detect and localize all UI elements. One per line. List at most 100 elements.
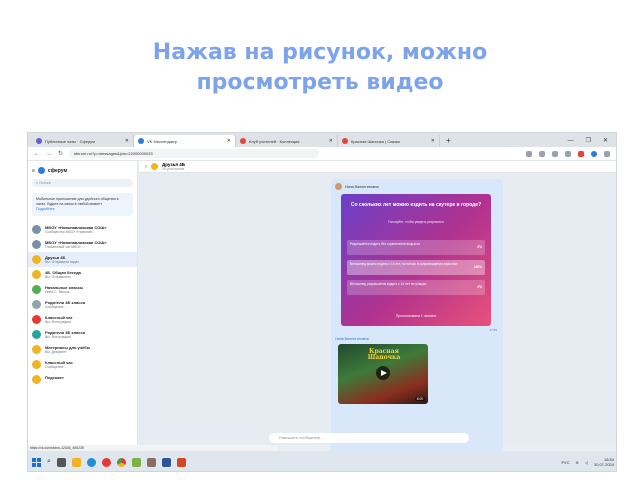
sidebar-chat-item[interactable]: Родители 3Б класса Вы: Фотография bbox=[28, 327, 137, 342]
chat-item-text: МБОУ «Новопавловская СОШ» Сообщество МБОУ… bbox=[45, 225, 107, 234]
chat-header: ‹ Друзья 4Б 35 участников bbox=[139, 161, 616, 173]
poll-card: Со скольких лет можно ездить на скутере … bbox=[341, 194, 491, 326]
zoom-icon[interactable] bbox=[539, 150, 545, 157]
profile-icon[interactable] bbox=[591, 150, 597, 157]
chat-item-text: Родители 4Б класса Сообщение… bbox=[45, 300, 85, 309]
poll-option-text: Велосипед можно водить с 14 лет, но толь… bbox=[350, 262, 458, 266]
tab-3[interactable]: Клуб учителей · Коллекция ✕ bbox=[236, 135, 338, 147]
app-notice: Мобильное приложение для удобного общени… bbox=[32, 193, 133, 216]
url-field[interactable]: sferum.ru/?p=messages&join=22000000015 bbox=[69, 149, 320, 158]
powerpoint-icon[interactable] bbox=[176, 457, 186, 467]
sidebar-chat-item[interactable]: Материалы для учёбы Вы: Документ bbox=[28, 342, 137, 357]
sidebar-chat-item[interactable]: Классный час Сообщение… bbox=[28, 357, 137, 372]
sidebar-chat-item[interactable]: МБОУ «Новопавловская СОШ» Сообщество МБОУ… bbox=[28, 222, 137, 237]
close-icon[interactable]: ✕ bbox=[329, 138, 333, 144]
sidebar-chat-item[interactable]: Педсовет… bbox=[28, 372, 137, 387]
explorer-icon[interactable] bbox=[71, 457, 81, 467]
reload-icon[interactable]: ↻ bbox=[58, 150, 63, 157]
menu-icon[interactable] bbox=[604, 150, 610, 157]
poll-option-3[interactable]: Велосипед разрешается водить с 14 лет по… bbox=[347, 280, 485, 295]
sferum-logo bbox=[37, 167, 45, 174]
chat-item-text: Родители 3Б класса Вы: Фотография bbox=[45, 330, 85, 339]
tab-4[interactable]: Красная Шапочка | Сказки ✕ bbox=[338, 135, 440, 147]
app-icon[interactable] bbox=[146, 457, 156, 467]
tab-1[interactable]: Публичные чаты · Сферум ✕ bbox=[32, 135, 134, 147]
chat-avatar bbox=[32, 270, 41, 279]
tab-1-favicon-icon bbox=[36, 138, 42, 144]
poll-note: Голосуйте, чтобы увидеть результаты bbox=[388, 220, 444, 224]
chat-item-preview: Вы: Отправлено bbox=[45, 275, 71, 279]
slide-title-line-1: Нажав на рисунок, можно bbox=[152, 40, 488, 65]
poll-option-2[interactable]: Велосипед можно водить с 14 лет, но толь… bbox=[347, 260, 485, 275]
forward-icon[interactable]: → bbox=[46, 151, 52, 157]
sidebar-chat-item[interactable]: 4Б. Общая беседа Вы: Отправлено bbox=[28, 267, 137, 282]
tab-2-label: VK Мессенджер bbox=[147, 138, 177, 144]
chat-item-preview: Сообщение… bbox=[45, 305, 67, 309]
message-input[interactable]: Напишите сообщение… bbox=[269, 433, 469, 443]
share-icon[interactable] bbox=[552, 150, 558, 157]
chat-item-preview: … bbox=[45, 380, 49, 384]
chat-item-text: Материалы для учёбы Вы: Документ bbox=[45, 345, 90, 354]
close-window-icon[interactable]: ✕ bbox=[603, 135, 608, 147]
chat-avatar bbox=[32, 300, 41, 309]
poll-option-percent: 0% bbox=[477, 245, 482, 249]
sidebar-chat-item[interactable]: Друзья 4Б Вы: Отправили видео bbox=[28, 252, 137, 267]
maximize-icon[interactable]: ❐ bbox=[586, 135, 591, 147]
translate-icon[interactable] bbox=[526, 150, 532, 157]
search-icon[interactable]: ⌕ bbox=[47, 458, 51, 466]
notice-link[interactable]: Подробнее bbox=[36, 207, 55, 211]
close-icon[interactable]: ✕ bbox=[227, 138, 231, 144]
poll-votes[interactable]: Проголосовали 1 человек bbox=[341, 314, 491, 318]
video-sender: Нина Валентиновна bbox=[335, 337, 369, 341]
sidebar-chat-item[interactable]: Начальные классы Нина С. Звонок bbox=[28, 282, 137, 297]
volume-icon[interactable]: ◁ bbox=[585, 460, 588, 465]
system-tray: РУС ≋ ◁ 18:54 30.07.2024 bbox=[562, 457, 614, 467]
task-view-icon[interactable] bbox=[56, 457, 66, 467]
app-icon[interactable] bbox=[131, 457, 141, 467]
poll-timestamp: 17:59 bbox=[489, 328, 497, 332]
play-icon[interactable] bbox=[376, 366, 390, 380]
chat-item-preview: Глобальный чат МБОУ… bbox=[45, 245, 85, 249]
sidebar-chat-item[interactable]: Родители 4Б класса Сообщение… bbox=[28, 297, 137, 312]
sidebar-chat-item[interactable]: МБОУ «Новопавловская СОШ» Глобальный чат … bbox=[28, 237, 137, 252]
chat-avatar bbox=[32, 315, 41, 324]
composer-placeholder: Напишите сообщение… bbox=[279, 435, 325, 440]
tab-3-favicon-icon bbox=[240, 138, 246, 144]
word-icon[interactable] bbox=[161, 457, 171, 467]
minimize-icon[interactable]: — bbox=[568, 135, 574, 147]
back-icon[interactable]: ← bbox=[34, 151, 40, 157]
edge-icon[interactable] bbox=[86, 457, 96, 467]
back-arrow-icon[interactable]: ‹ bbox=[145, 164, 147, 170]
chrome-icon[interactable] bbox=[116, 457, 126, 467]
sidebar-chat-item[interactable]: Классный чат Вы: Фотография bbox=[28, 312, 137, 327]
chat-subtitle: 35 участников bbox=[162, 167, 185, 171]
taskbar: ⌕ РУС ≋ ◁ 18:54 30.07.2024 bbox=[28, 451, 616, 471]
tab-4-favicon-icon bbox=[342, 138, 348, 144]
bookmark-star-icon[interactable] bbox=[565, 150, 571, 157]
video-thumbnail[interactable]: Красная Шапочка 8:05 bbox=[338, 344, 428, 404]
sender-avatar bbox=[335, 183, 342, 190]
keyboard-language[interactable]: РУС bbox=[562, 460, 570, 465]
poll-option-text: Велосипед разрешается водить с 14 лет по… bbox=[350, 282, 427, 286]
wifi-icon[interactable]: ≋ bbox=[576, 460, 579, 465]
search-input[interactable]: ⌕ Поиск bbox=[32, 179, 133, 187]
close-icon[interactable]: ✕ bbox=[125, 138, 129, 144]
tab-2[interactable]: VK Мессенджер ✕ bbox=[134, 135, 236, 147]
clock[interactable]: 18:54 30.07.2024 bbox=[594, 457, 614, 467]
chat-avatar bbox=[32, 240, 41, 249]
new-tab-icon[interactable]: + bbox=[440, 135, 457, 147]
tab-3-label: Клуб учителей · Коллекция bbox=[249, 138, 300, 144]
poll-option-1[interactable]: Разрешается ездить без ограничения возра… bbox=[347, 240, 485, 255]
extension-icon[interactable] bbox=[578, 150, 584, 157]
close-icon[interactable]: ✕ bbox=[431, 138, 435, 144]
poll-option-percent: 100% bbox=[473, 265, 482, 269]
chat-item-text: Друзья 4Б Вы: Отправили видео bbox=[45, 255, 79, 264]
brand-name: сферум bbox=[47, 167, 68, 174]
chat-item-preview: Нина С. Звонок bbox=[45, 290, 70, 294]
clock-date: 30.07.2024 bbox=[593, 462, 614, 467]
hamburger-icon[interactable]: ≡ bbox=[32, 168, 35, 174]
windows-start-icon[interactable] bbox=[32, 457, 41, 467]
chat-item-preview: Сообщение… bbox=[45, 365, 67, 369]
yandex-icon[interactable] bbox=[101, 457, 111, 467]
chat-item-text: 4Б. Общая беседа Вы: Отправлено bbox=[45, 270, 81, 279]
